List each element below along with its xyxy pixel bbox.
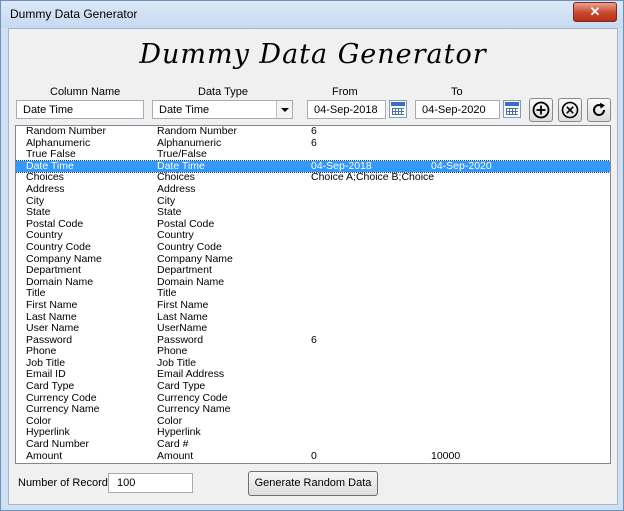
- chevron-down-icon[interactable]: [276, 101, 292, 118]
- to-cell: 10000: [431, 449, 461, 462]
- list-item[interactable]: Color Color: [16, 415, 610, 428]
- list-item[interactable]: Choices Choices Choice A;Choice B;Choice: [16, 172, 610, 184]
- list-item[interactable]: Country Code Country Code: [16, 240, 610, 254]
- generate-button-label: Generate Random Data: [254, 477, 372, 489]
- plus-circle-icon: [532, 101, 550, 119]
- to-label: To: [451, 86, 463, 98]
- generate-button[interactable]: Generate Random Data: [248, 471, 378, 496]
- main-panel: Dummy Data Generator Column Name Data Ty…: [8, 28, 618, 505]
- list-item[interactable]: Job Title Job Title: [16, 357, 610, 370]
- list-item[interactable]: Domain Name Domain Name: [16, 276, 610, 289]
- data-type-cell: State: [157, 206, 182, 219]
- column-name-cell: Random Number: [26, 125, 106, 137]
- data-type-cell: Card #: [157, 438, 189, 451]
- from-cell: 0: [311, 449, 317, 462]
- window-title: Dummy Data Generator: [10, 7, 138, 21]
- list-item[interactable]: Company Name Company Name: [16, 253, 610, 266]
- data-type-cell: Card Type: [157, 380, 206, 393]
- column-name-cell: Card Number: [26, 438, 90, 451]
- to-date-value: 04-Sep-2020: [422, 104, 486, 116]
- records-count-value: 100: [117, 477, 136, 489]
- from-cell: 6: [311, 136, 317, 149]
- data-type-cell: UserName: [157, 322, 208, 335]
- list-item[interactable]: Title Title: [16, 288, 610, 300]
- x-circle-icon: [561, 101, 579, 119]
- list-item[interactable]: Address Address: [16, 182, 610, 196]
- list-item[interactable]: Alphanumeric Alphanumeric 6: [16, 136, 610, 150]
- from-date-value: 04-Sep-2018: [314, 104, 378, 116]
- list-item[interactable]: Card Number Card #: [16, 438, 610, 451]
- close-button[interactable]: ✕: [573, 2, 617, 22]
- list-item[interactable]: Phone Phone: [16, 346, 610, 358]
- list-item[interactable]: Card Type Card Type: [16, 380, 610, 393]
- list-item[interactable]: User Name UserName: [16, 322, 610, 335]
- list-item[interactable]: State State: [16, 207, 610, 219]
- from-label: From: [332, 86, 358, 98]
- column-name-cell: Address: [26, 182, 65, 195]
- from-cell: 6: [311, 125, 317, 137]
- list-item[interactable]: Password Password 6: [16, 333, 610, 347]
- refresh-icon: [593, 102, 606, 116]
- data-type-cell: First Name: [157, 298, 209, 311]
- app-heading: Dummy Data Generator: [139, 39, 487, 70]
- records-count-input[interactable]: 100: [108, 473, 193, 493]
- list-item[interactable]: Department Department: [16, 265, 610, 277]
- from-cell: 6: [311, 333, 317, 346]
- column-name-cell: State: [26, 206, 51, 219]
- column-name-input[interactable]: Date Time: [16, 100, 144, 119]
- column-name-cell: User Name: [26, 322, 80, 335]
- close-icon: ✕: [589, 4, 601, 19]
- list-item[interactable]: Hyperlink Hyperlink: [16, 427, 610, 439]
- list-item[interactable]: Email ID Email Address: [16, 369, 610, 381]
- list-item[interactable]: Amount Amount 0 10000: [16, 449, 610, 463]
- data-type-value: Date Time: [159, 104, 210, 116]
- title-bar[interactable]: Dummy Data Generator ✕: [1, 1, 623, 28]
- data-type-cell: Department: [157, 264, 212, 277]
- data-type-cell: Random Number: [157, 125, 237, 137]
- from-date-input[interactable]: 04-Sep-2018: [307, 100, 386, 119]
- column-name-cell: First Name: [26, 298, 78, 311]
- add-column-button[interactable]: [529, 98, 553, 122]
- list-item[interactable]: Random Number Random Number 6: [16, 126, 610, 138]
- refresh-button[interactable]: [587, 98, 611, 122]
- data-type-label: Data Type: [198, 86, 248, 98]
- from-cell: Choice A;Choice B;Choice: [311, 171, 435, 184]
- data-type-cell: Amount: [157, 449, 194, 462]
- list-item[interactable]: Last Name Last Name: [16, 311, 610, 324]
- from-calendar-icon[interactable]: [389, 100, 407, 118]
- app-window: Dummy Data Generator ✕ Dummy Data Genera…: [0, 0, 624, 511]
- list-item[interactable]: Country Country: [16, 230, 610, 242]
- to-calendar-icon[interactable]: [503, 100, 521, 118]
- data-type-cell: Address: [157, 182, 196, 195]
- list-item[interactable]: Postal Code Postal Code: [16, 218, 610, 231]
- to-cell: 04-Sep-2020: [431, 159, 492, 172]
- column-name-cell: Amount: [26, 449, 63, 462]
- list-item[interactable]: First Name First Name: [16, 298, 610, 312]
- list-item[interactable]: Currency Name Currency Name: [16, 404, 610, 416]
- remove-column-button[interactable]: [558, 98, 582, 122]
- data-type-select[interactable]: Date Time: [152, 100, 293, 119]
- column-name-label: Column Name: [50, 86, 121, 98]
- list-item[interactable]: City City: [16, 195, 610, 208]
- list-item[interactable]: Currency Code Currency Code: [16, 392, 610, 405]
- column-name-cell: Country Code: [26, 240, 91, 253]
- column-name-cell: Card Type: [26, 380, 75, 393]
- data-type-cell: Country Code: [157, 240, 222, 253]
- column-name-cell: Department: [26, 264, 81, 277]
- column-name-value: Date Time: [23, 104, 74, 116]
- records-label: Number of Records:: [18, 477, 117, 489]
- to-date-input[interactable]: 04-Sep-2020: [415, 100, 500, 119]
- column-list[interactable]: Random Number Random Number 6 Alphanumeric A…: [15, 125, 611, 464]
